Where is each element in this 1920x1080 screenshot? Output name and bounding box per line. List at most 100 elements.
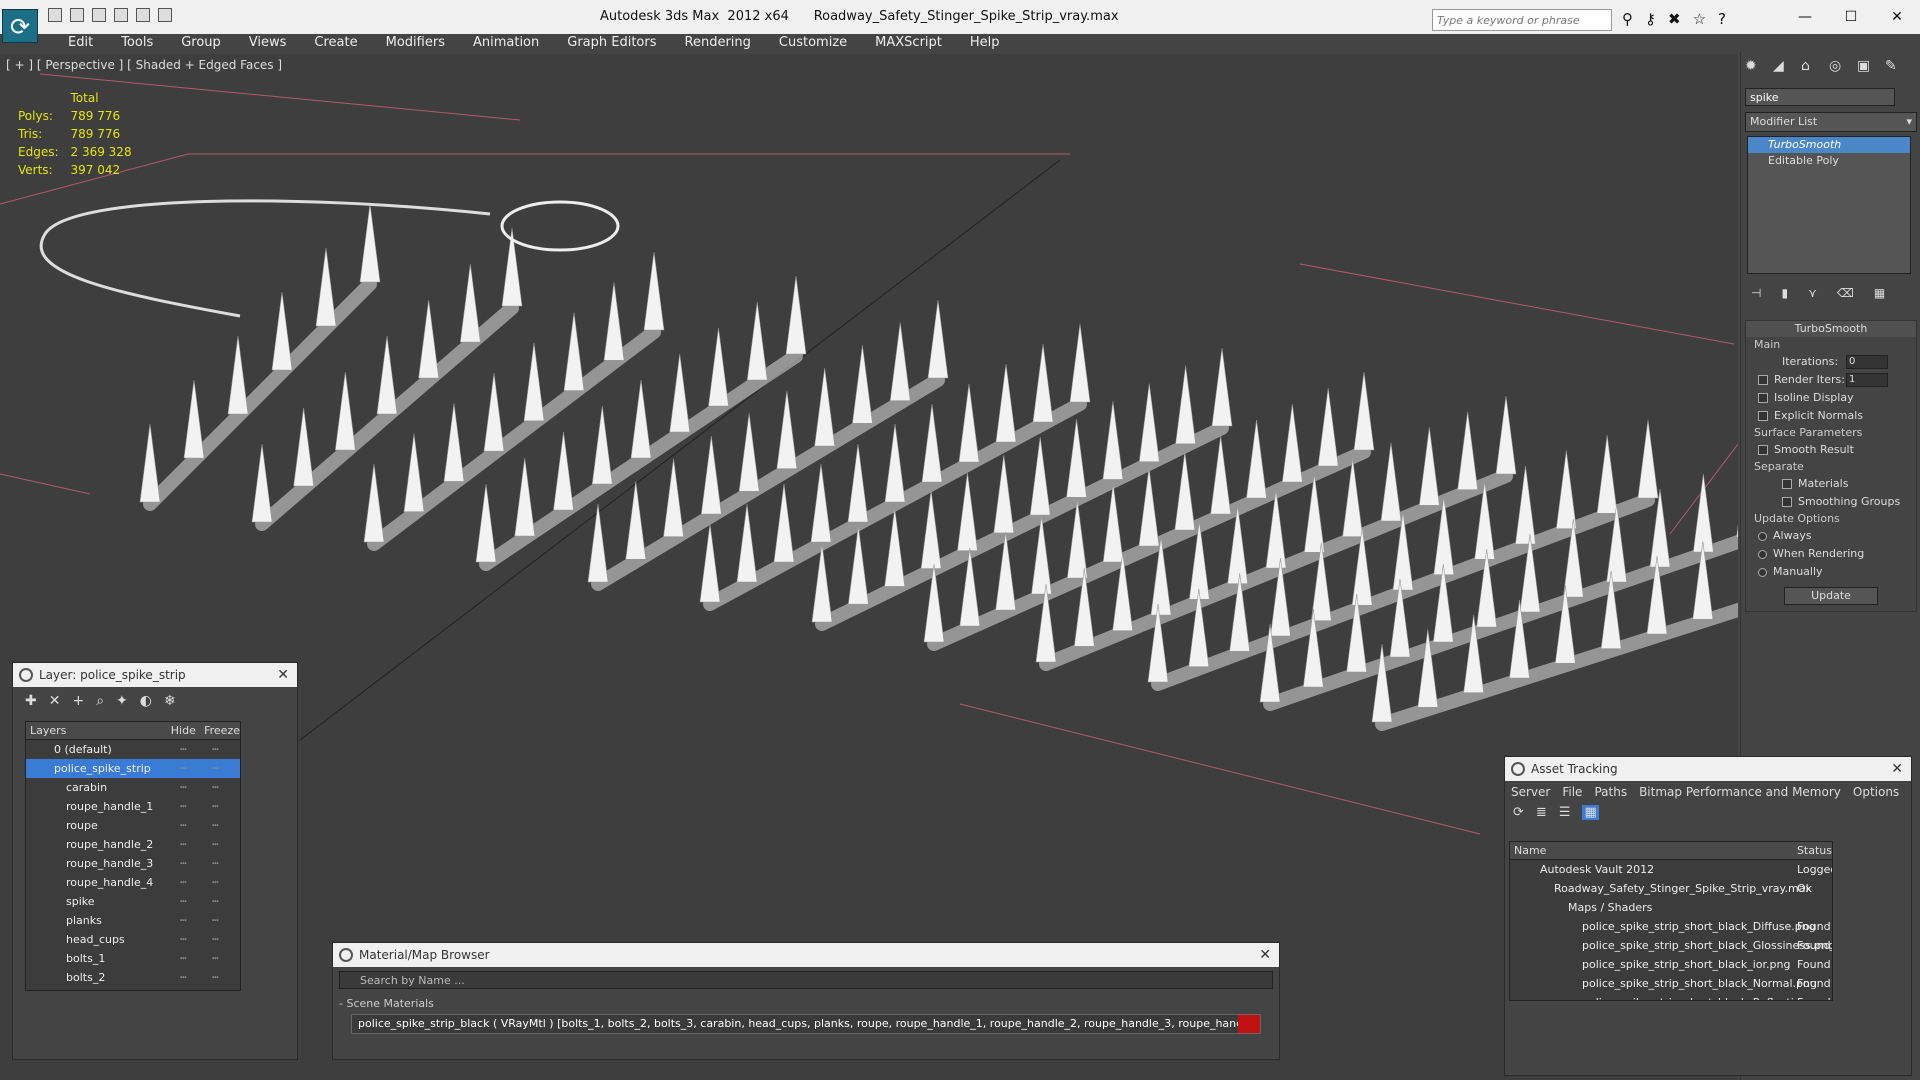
freeze-toggle-icon[interactable]: ┅ [212, 778, 219, 797]
asset-row[interactable]: Maps / Shaders [1510, 898, 1832, 917]
asset-row[interactable]: police_spike_strip_short_black_Normal.pn… [1510, 974, 1832, 993]
col-layers[interactable]: Layers [26, 722, 171, 739]
help-icon[interactable]: ? [1718, 10, 1726, 28]
menu-options[interactable]: Options [1853, 785, 1899, 799]
render-iters-spinner[interactable]: 1 [1846, 373, 1888, 387]
menu-edit[interactable]: Edit [54, 34, 107, 52]
close-icon[interactable]: ✕ [1891, 757, 1903, 781]
always-radio[interactable] [1758, 531, 1767, 541]
table-view-icon[interactable]: ▦ [1582, 805, 1599, 820]
layer-row[interactable]: carabin ┅ ┅ [26, 778, 240, 797]
layer-row[interactable]: bolts_2 ┅ ┅ [26, 968, 240, 987]
hide-toggle-icon[interactable]: ┅ [180, 854, 187, 873]
create-tab-icon[interactable]: ✹ [1745, 58, 1763, 76]
hide-toggle-icon[interactable]: ┅ [180, 930, 187, 949]
freeze-toggle-icon[interactable]: ┅ [212, 968, 219, 987]
close-icon[interactable]: ✕ [1259, 943, 1271, 967]
redo-icon[interactable] [114, 8, 128, 22]
freeze-toggle-icon[interactable]: ┅ [212, 835, 219, 854]
add-to-layer-icon[interactable]: + [72, 693, 84, 709]
hold-icon[interactable] [136, 8, 150, 22]
menu-modifiers[interactable]: Modifiers [372, 34, 459, 52]
asset-row[interactable]: police_spike_strip_short_black_Glossines… [1510, 936, 1832, 955]
col-freeze[interactable]: Freeze [204, 722, 240, 739]
freeze-toggle-icon[interactable]: ┅ [212, 911, 219, 930]
menu-bitmap-performance[interactable]: Bitmap Performance and Memory [1639, 785, 1841, 799]
undo-icon[interactable] [92, 8, 106, 22]
utilities-tab-icon[interactable]: ✎ [1885, 58, 1903, 76]
open-file-icon[interactable] [48, 8, 62, 22]
layer-row[interactable]: roupe ┅ ┅ [26, 816, 240, 835]
hierarchy-tab-icon[interactable]: ⌂ [1801, 58, 1819, 76]
layer-row[interactable]: roupe_handle_1 ┅ ┅ [26, 797, 240, 816]
menu-rendering[interactable]: Rendering [671, 34, 765, 52]
materials-checkbox[interactable] [1782, 479, 1792, 489]
key-icon[interactable]: ⚷ [1645, 10, 1656, 28]
freeze-toggle-icon[interactable]: ┅ [212, 987, 219, 990]
app-logo-icon[interactable]: ⟳ [2, 9, 38, 43]
asset-row[interactable]: Roadway_Safety_Stinger_Spike_Strip_vray.… [1510, 879, 1832, 898]
col-hide[interactable]: Hide [171, 722, 204, 739]
freeze-toggle-icon[interactable]: ┅ [212, 873, 219, 892]
motion-tab-icon[interactable]: ◎ [1829, 58, 1847, 76]
menu-help[interactable]: Help [956, 34, 1014, 52]
menu-server[interactable]: Server [1511, 785, 1550, 799]
layer-row[interactable]: bolts_3 ┅ ┅ [26, 987, 240, 990]
freeze-toggle-icon[interactable]: ┅ [212, 759, 219, 778]
layer-row[interactable]: planks ┅ ┅ [26, 911, 240, 930]
show-end-result-icon[interactable]: ▮ [1781, 286, 1788, 300]
menu-group[interactable]: Group [167, 34, 235, 52]
search-by-name-input[interactable]: Search by Name ... [339, 971, 1273, 989]
configure-sets-icon[interactable]: ▦ [1874, 286, 1885, 300]
col-name[interactable]: Name [1510, 842, 1797, 859]
iterations-spinner[interactable]: 0 [1846, 355, 1888, 369]
layer-row[interactable]: bolts_1 ┅ ┅ [26, 949, 240, 968]
explicit-normals-checkbox[interactable] [1758, 411, 1768, 421]
pin-stack-icon[interactable]: ⊣ [1751, 286, 1761, 300]
hide-toggle-icon[interactable]: ┅ [180, 892, 187, 911]
stack-item-editable-poly[interactable]: Editable Poly [1748, 153, 1910, 169]
close-x-icon[interactable]: ✖ [1668, 10, 1681, 28]
menu-file[interactable]: File [1562, 785, 1582, 799]
asset-row[interactable]: police_spike_strip_short_black_ior.png Fo… [1510, 955, 1832, 974]
make-unique-icon[interactable]: ⋎ [1808, 286, 1817, 300]
freeze-toggle-icon[interactable]: ┅ [212, 740, 219, 759]
hide-toggle-icon[interactable]: ┅ [180, 835, 187, 854]
freeze-toggle-icon[interactable]: ┅ [212, 949, 219, 968]
close-icon[interactable]: ✕ [277, 663, 289, 687]
smoothing-groups-checkbox[interactable] [1782, 497, 1792, 507]
save-icon[interactable] [70, 8, 84, 22]
star-icon[interactable]: ☆ [1693, 10, 1706, 28]
smooth-result-checkbox[interactable] [1758, 445, 1768, 455]
layer-row[interactable]: roupe_handle_4 ┅ ┅ [26, 873, 240, 892]
rollout-title[interactable]: TurboSmooth [1746, 321, 1916, 337]
display-tab-icon[interactable]: ▣ [1857, 58, 1875, 76]
when-rendering-radio[interactable] [1758, 549, 1767, 559]
menu-tools[interactable]: Tools [107, 34, 167, 52]
close-icon[interactable]: ✕ [1874, 0, 1920, 34]
menu-maxscript[interactable]: MAXScript [861, 34, 956, 52]
layer-row[interactable]: 0 (default) ┅ ┅ [26, 740, 240, 759]
update-button[interactable]: Update [1784, 587, 1878, 605]
modify-tab-icon[interactable]: ◢ [1773, 58, 1791, 76]
hide-toggle-icon[interactable]: ┅ [180, 740, 187, 759]
col-status[interactable]: Status [1797, 842, 1832, 859]
asset-row[interactable]: police_spike_strip_short_black_Reflectio… [1510, 993, 1832, 1000]
hide-toggle-icon[interactable]: ┅ [180, 968, 187, 987]
hide-toggle-icon[interactable]: ┅ [180, 797, 187, 816]
viewport-label[interactable]: [ + ] [ Perspective ] [ Shaded + Edged F… [6, 58, 282, 72]
layer-row[interactable]: roupe_handle_3 ┅ ┅ [26, 854, 240, 873]
freeze-toggle-icon[interactable]: ┅ [212, 930, 219, 949]
freeze-toggle-icon[interactable]: ┅ [212, 797, 219, 816]
layer-row[interactable]: spike ┅ ┅ [26, 892, 240, 911]
hide-toggle-icon[interactable]: ┅ [180, 949, 187, 968]
menu-graph-editors[interactable]: Graph Editors [553, 34, 670, 52]
new-layer-icon[interactable]: ✚ [25, 693, 37, 709]
freeze-all-icon[interactable]: ❄ [164, 693, 176, 709]
hide-toggle-icon[interactable]: ┅ [180, 987, 187, 990]
render-iters-checkbox[interactable] [1758, 375, 1768, 385]
hide-toggle-icon[interactable]: ┅ [180, 816, 187, 835]
hide-all-icon[interactable]: ◐ [140, 693, 152, 709]
layer-row[interactable]: police_spike_strip ┅ ┅ [26, 759, 240, 778]
menu-views[interactable]: Views [235, 34, 301, 52]
